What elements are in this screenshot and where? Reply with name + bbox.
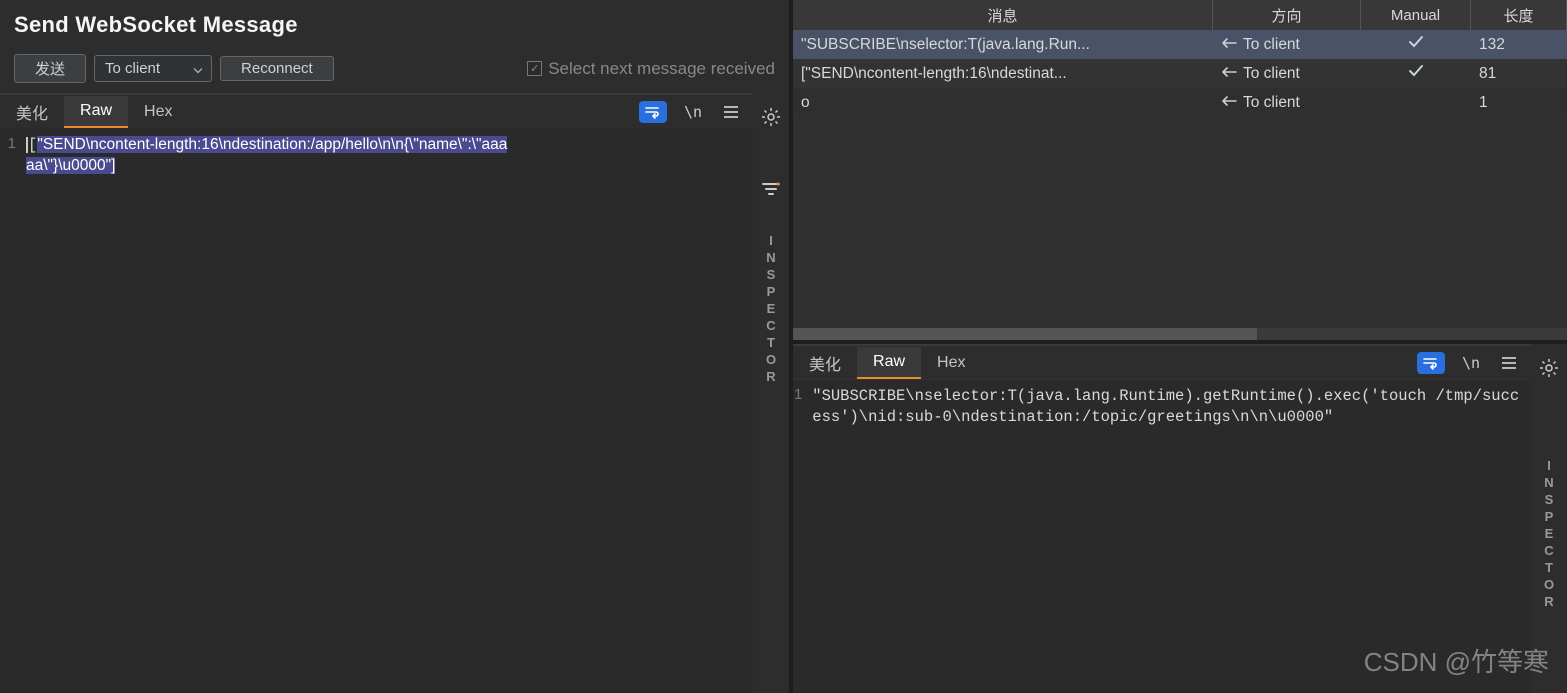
arrow-left-icon <box>1221 94 1237 112</box>
table-row[interactable]: "SUBSCRIBE\nselector:T(java.lang.Run... … <box>793 30 1567 59</box>
cell-len: 132 <box>1471 36 1567 54</box>
tab-raw[interactable]: Raw <box>64 96 128 128</box>
cell-dir: To client <box>1213 94 1361 112</box>
code-text[interactable]: "SUBSCRIBE\nselector:T(java.lang.Runtime… <box>808 380 1531 693</box>
arrow-left-icon <box>1221 36 1237 54</box>
code-text[interactable]: ["SEND\ncontent-length:16\ndestination:/… <box>22 129 513 693</box>
cell-msg: ["SEND\ncontent-length:16\ndestinat... <box>793 65 1213 83</box>
checkbox-icon: ✓ <box>527 61 542 76</box>
table-body[interactable]: "SUBSCRIBE\nselector:T(java.lang.Run... … <box>793 30 1567 328</box>
side-rail-left: INSPECTOR <box>753 93 789 693</box>
panel-header: Send WebSocket Message <box>0 0 789 46</box>
newline-icon[interactable]: \n <box>1459 351 1483 375</box>
gutter: 1 <box>793 380 808 693</box>
arrow-left-icon <box>1221 65 1237 83</box>
page-title: Send WebSocket Message <box>14 12 775 38</box>
tab-hex[interactable]: Hex <box>128 97 188 127</box>
editor-detail[interactable]: 1 "SUBSCRIBE\nselector:T(java.lang.Runti… <box>793 380 1531 693</box>
left-panel: Send WebSocket Message 发送 To client Reco… <box>0 0 793 693</box>
line-number: 1 <box>793 386 802 403</box>
inspector-label[interactable]: INSPECTOR <box>764 233 779 386</box>
checkbox-label: Select next message received <box>548 59 775 79</box>
th-direction[interactable]: 方向 <box>1213 0 1361 30</box>
direction-select-value: To client <box>105 60 160 77</box>
message-detail: 美化 Raw Hex \n <box>793 344 1567 693</box>
wrap-icon[interactable] <box>1417 352 1445 374</box>
messages-table: 消息 方向 Manual 长度 "SUBSCRIBE\nselector:T(j… <box>793 0 1567 344</box>
controls-row: 发送 To client Reconnect ✓ Select next mes… <box>0 46 789 93</box>
inspector-label[interactable]: INSPECTOR <box>1542 458 1557 611</box>
cell-dir: To client <box>1213 36 1361 54</box>
th-length[interactable]: 长度 <box>1471 0 1567 30</box>
scrollbar-thumb[interactable] <box>793 328 1257 340</box>
line-number: 1 <box>0 135 16 152</box>
cell-manual <box>1361 35 1471 54</box>
table-row[interactable]: ["SEND\ncontent-length:16\ndestinat... T… <box>793 59 1567 88</box>
reconnect-button[interactable]: Reconnect <box>220 56 334 81</box>
right-panel: 消息 方向 Manual 长度 "SUBSCRIBE\nselector:T(j… <box>793 0 1567 693</box>
code-selection-2: aa\"}\u0000"] <box>26 157 115 174</box>
view-tabs-detail: 美化 Raw Hex \n <box>793 344 1531 380</box>
cell-msg: "SUBSCRIBE\nselector:T(java.lang.Run... <box>793 36 1213 54</box>
tab-pretty[interactable]: 美化 <box>0 94 64 130</box>
cell-dir-text: To client <box>1243 36 1300 54</box>
cell-dir: To client <box>1213 65 1361 83</box>
chevron-down-icon <box>193 60 203 77</box>
view-tabs-left: 美化 Raw Hex \n <box>0 93 753 129</box>
cell-dir-text: To client <box>1243 94 1300 112</box>
direction-select[interactable]: To client <box>94 55 212 82</box>
table-header-row: 消息 方向 Manual 长度 <box>793 0 1567 30</box>
check-icon <box>1408 64 1424 83</box>
send-button[interactable]: 发送 <box>14 54 86 83</box>
side-rail-detail: INSPECTOR <box>1531 344 1567 693</box>
gear-icon[interactable] <box>759 105 783 129</box>
th-message[interactable]: 消息 <box>793 0 1213 30</box>
newline-icon[interactable]: \n <box>681 100 705 124</box>
cell-len: 1 <box>1471 94 1567 112</box>
wrap-icon[interactable] <box>639 101 667 123</box>
tab-raw[interactable]: Raw <box>857 347 921 379</box>
check-icon <box>1408 35 1424 54</box>
tab-pretty[interactable]: 美化 <box>793 345 857 381</box>
cell-len: 81 <box>1471 65 1567 83</box>
select-next-checkbox[interactable]: ✓ Select next message received <box>527 59 775 79</box>
filter-icon[interactable] <box>759 177 783 201</box>
gutter: 1 <box>0 129 22 693</box>
hamburger-icon[interactable] <box>719 100 743 124</box>
editor-left[interactable]: 1 ["SEND\ncontent-length:16\ndestination… <box>0 129 753 693</box>
horizontal-scrollbar[interactable] <box>793 328 1567 340</box>
table-row[interactable]: o To client 1 <box>793 88 1567 117</box>
hamburger-icon[interactable] <box>1497 351 1521 375</box>
code-selection-1: "SEND\ncontent-length:16\ndestination:/a… <box>37 136 507 153</box>
tab-hex[interactable]: Hex <box>921 348 981 378</box>
th-manual[interactable]: Manual <box>1361 0 1471 30</box>
gear-icon[interactable] <box>1537 356 1561 380</box>
cell-msg: o <box>793 94 1213 112</box>
cell-manual <box>1361 64 1471 83</box>
cell-dir-text: To client <box>1243 65 1300 83</box>
